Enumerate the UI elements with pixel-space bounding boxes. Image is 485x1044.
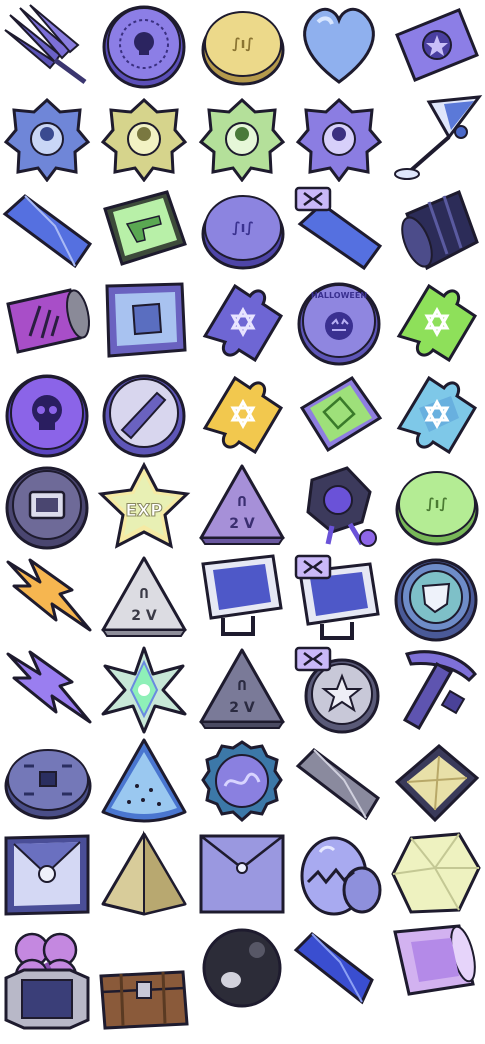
blue-crystal-shard-icon	[0, 184, 95, 274]
grey-crystal-shard-icon	[292, 736, 387, 826]
prism-star-icon	[97, 644, 192, 734]
lavender-bundle-icon	[0, 0, 95, 90]
white-triangle-token-icon: Ո 2 V	[97, 552, 192, 642]
svg-text:Ո: Ո	[237, 679, 247, 694]
purple-puzzle-piece-icon	[195, 276, 290, 366]
purple-guardian-badge-icon	[292, 92, 387, 182]
bound-crystal-shard-icon	[292, 184, 387, 274]
svg-text:∫ı∫: ∫ı∫	[426, 496, 448, 512]
dark-barrel-icon	[389, 184, 484, 274]
gold-coin-icon: ∫ı∫	[195, 0, 290, 90]
yellow-puzzle-piece-icon	[195, 368, 290, 458]
blue-heart-icon	[292, 0, 387, 90]
purple-skull-token-icon	[0, 368, 95, 458]
bound-star-coin-icon	[292, 644, 387, 734]
svg-text:∫ı∫: ∫ı∫	[232, 36, 254, 52]
envelope-icon	[195, 828, 290, 918]
holo-puzzle-piece-icon	[389, 368, 484, 458]
wrench-coin-icon	[97, 368, 192, 458]
purple-can-icon	[0, 276, 95, 366]
sprite-sheet: ∫ı∫ ∫ı∫ HALLOWEEN EXP Ո 2 V ∫ı∫ Ո 2 V Ո …	[0, 0, 485, 1030]
shield-coin-icon	[389, 552, 484, 642]
purple-lightning-icon	[0, 644, 95, 734]
svg-text:2 V: 2 V	[229, 700, 255, 716]
halloween-coin-icon: HALLOWEEN	[292, 276, 387, 366]
bottle-cap-icon	[195, 736, 290, 826]
purple-skull-coin-icon	[97, 0, 192, 90]
blue-scanner-icon	[195, 552, 290, 642]
purple-coin-icon: ∫ı∫	[195, 184, 290, 274]
purple-triangle-token-icon: Ո 2 V	[195, 460, 290, 550]
green-coin-icon: ∫ı∫	[389, 460, 484, 550]
grey-triangle-token-icon: Ո 2 V	[195, 644, 290, 734]
cocktail-glass-icon	[389, 92, 484, 182]
yellow-guardian-badge-icon	[97, 92, 192, 182]
ancient-coin-icon	[0, 736, 95, 826]
svg-text:∫ı∫: ∫ı∫	[232, 220, 254, 236]
pale-rock-icon	[389, 828, 484, 918]
sealed-box-icon	[0, 828, 95, 918]
bound-scanner-icon	[292, 552, 387, 642]
green-puzzle-piece-icon	[389, 276, 484, 366]
svg-text:Ո: Ո	[237, 495, 247, 510]
tan-pyramid-icon	[97, 828, 192, 918]
blue-guardian-badge-icon	[0, 92, 95, 182]
svg-text:EXP: EXP	[125, 501, 162, 521]
gold-gem-icon	[389, 736, 484, 826]
purple-star-ticket-icon	[389, 0, 484, 90]
black-pearl-icon	[195, 920, 290, 1010]
svg-text:HALLOWEEN: HALLOWEEN	[311, 291, 367, 300]
svg-text:Ո: Ո	[139, 587, 149, 602]
dark-gadget-icon	[292, 460, 387, 550]
silver-frame-icon	[0, 954, 95, 1044]
dark-badge-coin-icon	[0, 460, 95, 550]
purple-pickaxe-icon	[389, 644, 484, 734]
blue-gem-shard-icon	[292, 920, 387, 1010]
svg-text:2 V: 2 V	[229, 516, 255, 532]
watermelon-slice-icon	[97, 736, 192, 826]
green-gun-card-icon	[97, 184, 192, 274]
green-rune-card-icon	[292, 368, 387, 458]
cracked-egg-icon	[292, 828, 387, 918]
orange-lightning-icon	[0, 552, 95, 642]
fist-card-icon	[97, 276, 192, 366]
green-guardian-badge-icon	[195, 92, 290, 182]
treasure-chest-icon	[97, 954, 192, 1044]
pink-jar-icon	[389, 920, 484, 1010]
exp-star-icon: EXP	[97, 460, 192, 550]
svg-text:2 V: 2 V	[131, 608, 157, 624]
